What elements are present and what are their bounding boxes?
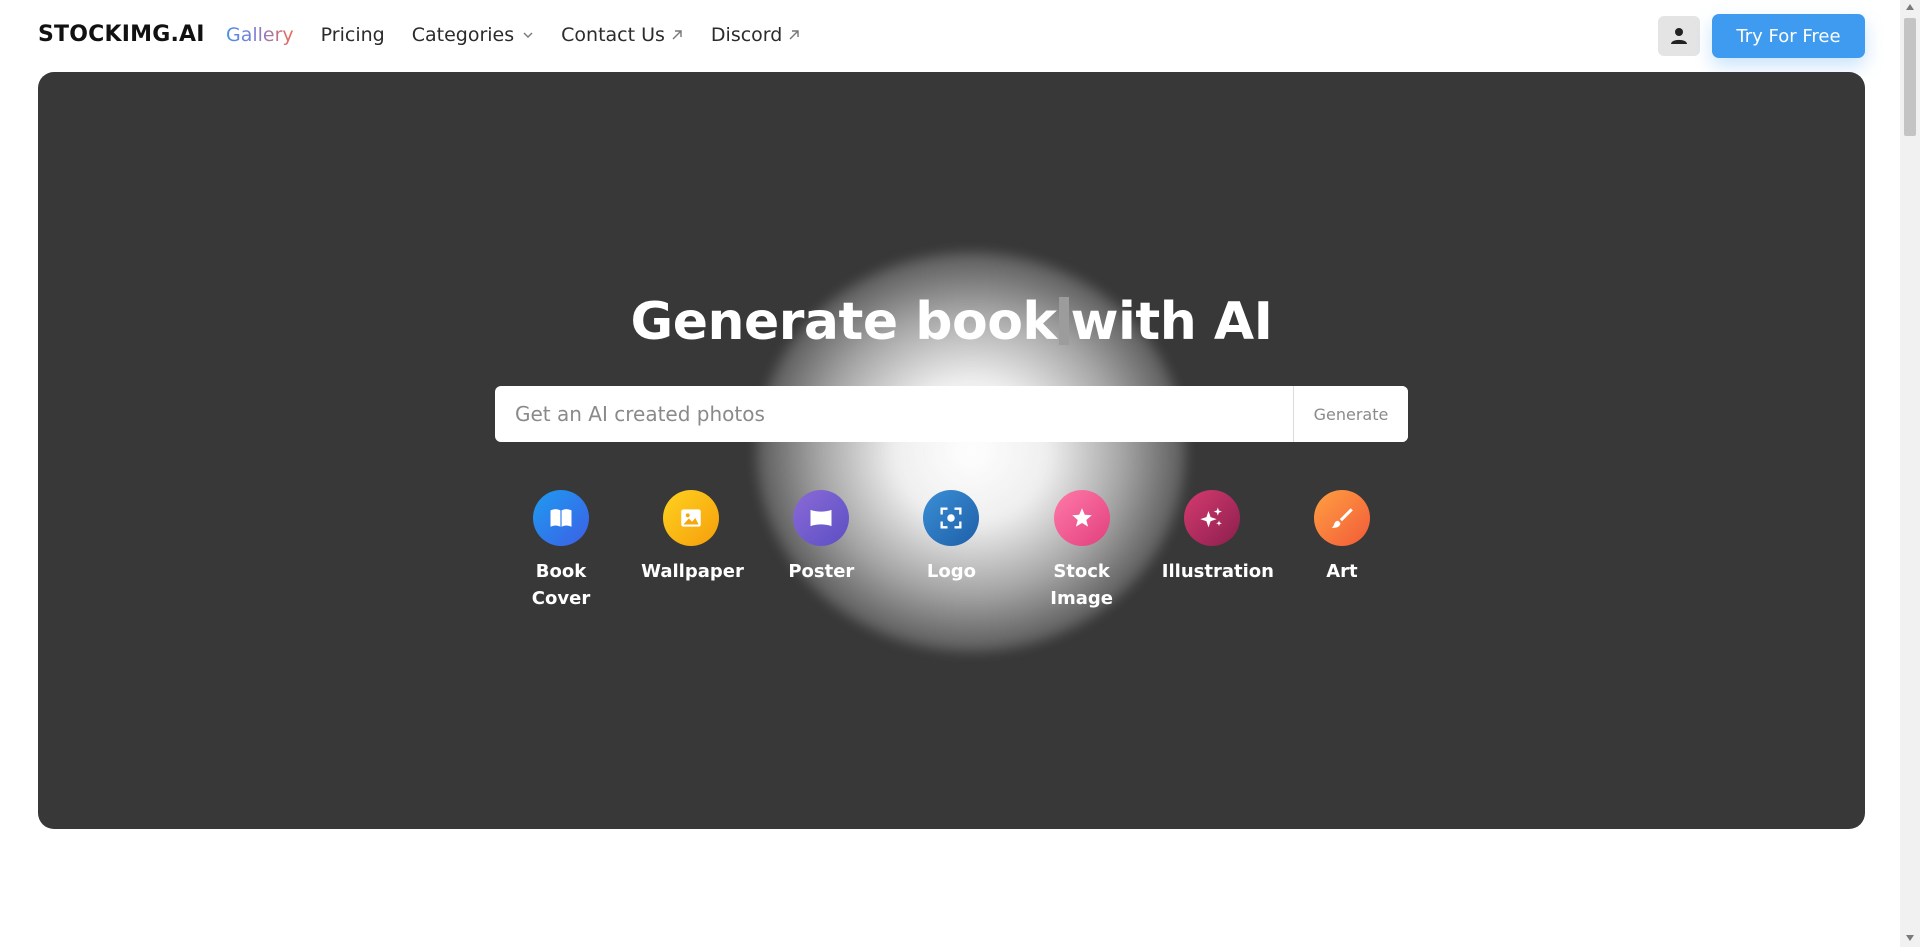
category-book-cover[interactable]: Book Cover [505, 490, 617, 612]
category-illustration[interactable]: Illustration [1156, 490, 1274, 612]
external-link-icon [789, 30, 800, 40]
category-art[interactable]: Art [1286, 490, 1398, 612]
prompt-input[interactable] [495, 386, 1293, 442]
top-navbar: STOCKIMG.AI Gallery Pricing Categories C… [0, 0, 1900, 72]
nav-link-pricing[interactable]: Pricing [321, 24, 385, 46]
category-label: Book Cover [531, 561, 591, 609]
star-icon [1053, 490, 1110, 546]
external-link-icon [672, 30, 682, 40]
user-icon [1671, 28, 1687, 44]
nav-link-contact-us[interactable]: Contact Us [561, 24, 684, 46]
focus-icon [923, 490, 980, 546]
nav-link-categories[interactable]: Categories [412, 24, 534, 46]
category-label: Illustration [1161, 561, 1274, 582]
chevron-down-icon [523, 32, 533, 38]
category-label: Logo [926, 561, 977, 582]
typing-cursor [1058, 297, 1069, 345]
scroll-up-icon[interactable] [1906, 4, 1914, 10]
nav-link-label: Contact Us [561, 24, 665, 46]
nav-link-label: Gallery [226, 24, 294, 46]
poster-icon [793, 490, 850, 546]
sparkles-icon [1183, 490, 1240, 546]
page-scrollbar[interactable] [1900, 0, 1920, 947]
category-label: Art [1326, 561, 1358, 582]
nav-link-gallery[interactable]: Gallery [226, 24, 294, 46]
category-list: Book Cover Wallpaper Poster Logo Stock I… [495, 490, 1408, 612]
image-icon [663, 490, 720, 546]
hero-headline: Generate book with AI [38, 292, 1865, 352]
brush-icon [1313, 490, 1370, 546]
generate-button[interactable]: Generate [1293, 386, 1408, 442]
book-icon [533, 490, 589, 546]
category-stock-image[interactable]: Stock Image [1026, 490, 1138, 612]
scroll-down-icon[interactable] [1906, 935, 1914, 941]
prompt-search-bar: Generate [495, 386, 1408, 442]
scrollbar-thumb[interactable] [1904, 18, 1916, 136]
headline-prefix: Generate book [630, 292, 1057, 352]
nav-link-label: Discord [710, 24, 783, 46]
user-account-button[interactable] [1658, 16, 1700, 56]
category-poster[interactable]: Poster [765, 490, 877, 612]
try-for-free-button[interactable]: Try For Free [1712, 14, 1865, 58]
nav-link-label: Pricing [320, 24, 385, 46]
category-wallpaper[interactable]: Wallpaper [635, 490, 747, 612]
hero-section: Generate bookwith AI Generate Book Cover… [38, 72, 1865, 829]
nav-link-label: Categories [411, 24, 515, 46]
category-label: Poster [788, 561, 855, 582]
headline-suffix: with AI [1070, 292, 1273, 352]
category-label: Wallpaper [641, 561, 744, 582]
category-logo[interactable]: Logo [895, 490, 1007, 612]
nav-links: Gallery Pricing Categories Contact Us Di… [226, 24, 828, 46]
site-logo[interactable]: STOCKIMG.AI [38, 22, 205, 47]
category-label: Stock Image [1050, 561, 1113, 609]
nav-link-discord[interactable]: Discord [711, 24, 801, 46]
